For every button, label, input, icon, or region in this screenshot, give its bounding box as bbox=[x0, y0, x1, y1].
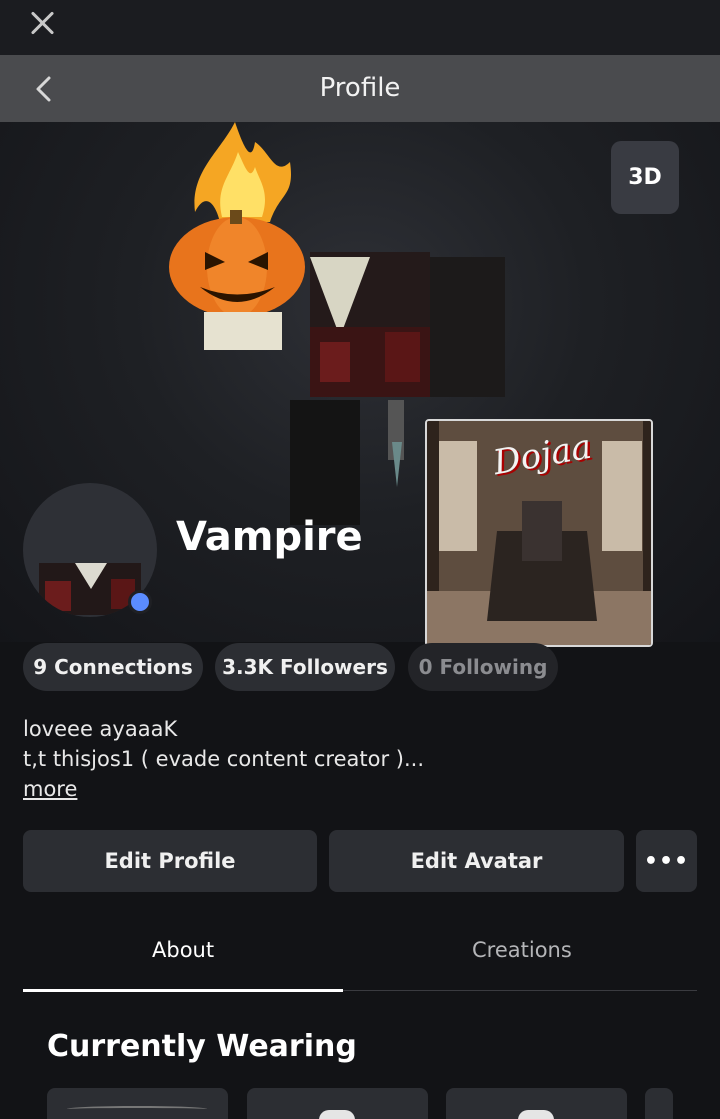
close-icon[interactable] bbox=[28, 8, 58, 38]
view-3d-button[interactable]: 3D bbox=[611, 141, 679, 214]
page-title: Profile bbox=[319, 73, 401, 103]
followers-button[interactable]: 3.3K Followers bbox=[215, 643, 395, 691]
wearing-item-card[interactable] bbox=[47, 1088, 228, 1119]
top-bar bbox=[0, 0, 720, 55]
page-header: Profile bbox=[0, 55, 720, 122]
edit-profile-button[interactable]: Edit Profile bbox=[23, 830, 317, 892]
tab-creations[interactable]: Creations bbox=[472, 938, 572, 962]
bio-more-link[interactable]: more bbox=[23, 777, 77, 801]
connections-button[interactable]: 9 Connections bbox=[23, 643, 203, 691]
item-thumbnail bbox=[319, 1110, 355, 1119]
online-status-indicator bbox=[128, 590, 152, 614]
username: Vampire bbox=[176, 514, 363, 560]
item-thumbnail bbox=[67, 1106, 207, 1112]
currently-wearing-heading: Currently Wearing bbox=[47, 1029, 357, 1064]
wearing-item-card[interactable] bbox=[446, 1088, 627, 1119]
more-dots-icon[interactable]: ••• bbox=[636, 830, 697, 892]
following-button[interactable]: 0 Following bbox=[408, 643, 558, 691]
tab-about[interactable]: About bbox=[152, 938, 214, 962]
showcase-image[interactable]: Dojaa bbox=[425, 419, 653, 647]
bio-line-1: loveee ayaaaK bbox=[23, 717, 178, 741]
tab-active-indicator bbox=[23, 989, 343, 992]
wearing-item-card[interactable] bbox=[247, 1088, 428, 1119]
bio-line-2: t,t thisjos1 ( evade content creator )..… bbox=[23, 747, 424, 771]
wearing-item-card[interactable] bbox=[645, 1088, 673, 1119]
item-thumbnail bbox=[518, 1110, 554, 1119]
edit-avatar-button[interactable]: Edit Avatar bbox=[329, 830, 624, 892]
